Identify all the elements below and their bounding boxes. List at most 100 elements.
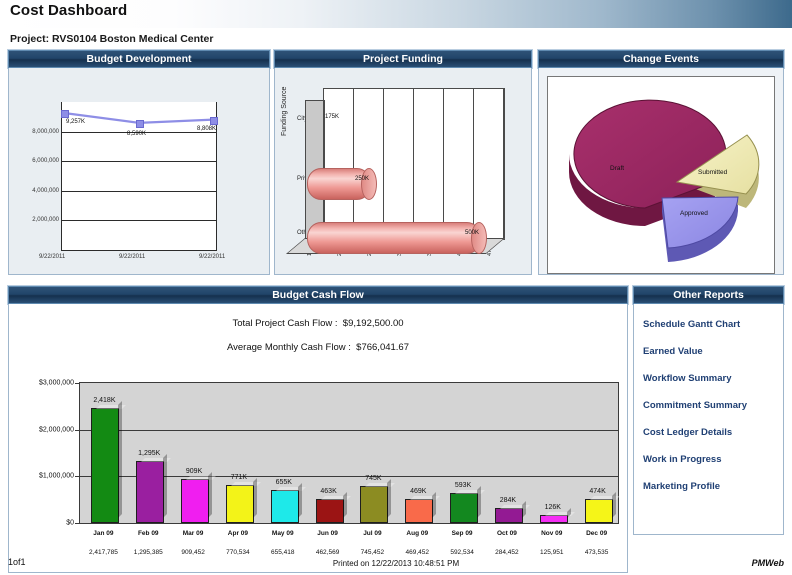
cash-flow-category-label: Jun 09 [317, 530, 338, 537]
cash-flow-bar-label: 469K [410, 488, 427, 496]
cash-flow-bar [136, 460, 165, 523]
project-funding-value-city: 175K [325, 114, 340, 120]
budget-development-ytick: 4,000,000 [32, 187, 59, 194]
cash-flow-category-label: Jan 09 [93, 530, 114, 537]
cash-flow-value-label: 770,534 [226, 549, 250, 556]
report-link-marketing-profile[interactable]: Marketing Profile [634, 480, 783, 493]
budget-development-point [136, 119, 144, 128]
cash-flow-category-label: Mar 09 [182, 530, 204, 537]
project-funding-value-other: 500K [465, 230, 480, 236]
cash-flow-ytick: $3,000,000 [38, 379, 74, 387]
panel-title-other-reports: Other Reports [633, 286, 784, 304]
project-funding-gridline [353, 88, 354, 238]
page-footer: 1of1 Printed on 12/22/2013 10:48:51 PM P… [0, 556, 792, 575]
budget-development-point [61, 109, 69, 118]
cash-flow-value-label: 909,452 [181, 549, 205, 556]
cash-flow-category-label: Oct 09 [496, 530, 517, 537]
cash-flow-category-label: May 09 [271, 530, 294, 537]
chart-budget-development: 2,000,000 4,000,000 6,000,000 8,000,000 9,25… [8, 68, 270, 275]
project-funding-gridline [473, 88, 474, 238]
cash-flow-bar [360, 486, 389, 523]
cash-flow-bar [584, 498, 613, 523]
cash-flow-bar-label: 1,295K [138, 449, 161, 457]
cash-flow-bar [450, 493, 479, 523]
project-funding-gridline [503, 88, 504, 238]
cash-flow-ytick: $2,000,000 [38, 426, 74, 434]
report-link-workflow-summary[interactable]: Workflow Summary [634, 372, 783, 385]
cash-flow-bar-label: 474K [589, 487, 606, 495]
cash-flow-ytick-mark [75, 476, 79, 478]
cash-flow-bar-label: 284K [499, 496, 517, 504]
cash-flow-bar-label: 463K [320, 488, 337, 496]
change-events-plot: Draft Submitted Approved [547, 76, 775, 274]
budget-development-data-label: 9,257K [66, 118, 86, 125]
total-cash-flow-value: $9,192,500.00 [342, 318, 404, 329]
cash-flow-category-label: Feb 09 [137, 530, 159, 537]
panel-title-budget-development: Budget Development [8, 50, 270, 68]
cash-flow-ytick-mark [75, 523, 79, 524]
cash-flow-value-label: 125,951 [540, 549, 564, 556]
cash-flow-bar [315, 499, 344, 523]
pie-label-submitted: Submitted [698, 169, 728, 176]
project-funding-gridline [383, 88, 384, 238]
cash-flow-bar [405, 499, 434, 523]
cash-flow-category-label: Aug 09 [406, 530, 429, 537]
chart-project-funding: Funding Source 175,000225,000275,000325,… [274, 68, 532, 275]
chart-budget-cash-flow: Total Project Cash Flow : $9,192,500.00 … [8, 304, 628, 573]
cash-flow-bar-label: 745K [365, 475, 382, 483]
cash-flow-value-label: 462,569 [315, 549, 340, 556]
pie-label-approved: Approved [680, 210, 708, 217]
average-cash-flow-label: Average Monthly Cash Flow : [226, 342, 351, 353]
cash-flow-bar [539, 515, 568, 523]
cash-flow-value-label: 284,452 [495, 549, 519, 556]
cash-flow-ytick-mark [75, 429, 79, 431]
cash-flow-bar [494, 507, 523, 523]
chart-change-events: Draft Submitted Approved [538, 68, 784, 275]
budget-development-xtick: 9/22/2011 [39, 254, 66, 260]
cash-flow-category-label: Jul 09 [363, 530, 382, 537]
cash-flow-ytick: $1,000,000 [38, 472, 74, 480]
report-link-schedule-gantt-chart[interactable]: Schedule Gantt Chart [634, 318, 783, 331]
budget-development-ytick: 8,000,000 [32, 128, 59, 135]
project-subtitle: Project: RVS0104 Boston Medical Center [10, 33, 214, 45]
cash-flow-value-label: 473,535 [584, 549, 609, 556]
cash-flow-bar [225, 485, 254, 523]
page-title: Cost Dashboard [10, 2, 128, 19]
cash-flow-category-label: Apr 09 [227, 530, 249, 537]
budget-development-plot: 2,000,000 4,000,000 6,000,000 8,000,000 9,25… [32, 102, 218, 251]
average-cash-flow-line: Average Monthly Cash Flow : $766,041.67 [9, 342, 627, 353]
report-link-work-in-progress[interactable]: Work in Progress [634, 453, 783, 466]
project-funding-value-private: 250K [355, 176, 370, 182]
project-funding-bar-other [307, 222, 487, 254]
cash-flow-bar [270, 490, 299, 523]
pie-svg [569, 99, 760, 262]
average-cash-flow-value: $766,041.67 [356, 342, 410, 353]
cash-flow-value-label: 2,417,785 [88, 549, 118, 556]
cash-flow-value-label: 469,452 [405, 549, 430, 556]
project-funding-gridline [323, 88, 324, 238]
panel-change-events: Change Events Draft Submitted Approved [538, 50, 784, 275]
budget-development-ytick: 6,000,000 [32, 158, 59, 165]
project-funding-back-wall [323, 88, 505, 240]
cash-flow-bar [91, 408, 120, 523]
total-cash-flow-line: Total Project Cash Flow : $9,192,500.00 [9, 318, 627, 329]
cash-flow-category-label: Dec 09 [586, 530, 608, 537]
cash-flow-bar [181, 478, 210, 523]
budget-development-data-label: 8,590K [127, 130, 147, 137]
panel-other-reports: Other Reports Schedule Gantt Chart Earned… [633, 286, 784, 535]
panel-title-project-funding: Project Funding [274, 50, 532, 68]
cash-flow-gridline [80, 429, 618, 431]
budget-development-point [210, 116, 218, 125]
project-funding-gridline [443, 88, 444, 238]
cash-flow-value-label: 745,452 [360, 549, 385, 556]
other-reports-list: Schedule Gantt Chart Earned Value Workflow… [633, 304, 784, 535]
report-link-earned-value[interactable]: Earned Value [634, 345, 783, 358]
pie-label-draft: Draft [610, 165, 625, 172]
cash-flow-bar-label: 593K [454, 482, 472, 490]
budget-development-data-label: 8,808K [197, 125, 217, 132]
report-link-commitment-summary[interactable]: Commitment Summary [634, 399, 783, 412]
report-link-cost-ledger-details[interactable]: Cost Ledger Details [634, 426, 783, 439]
cash-flow-bar-label: 771K [230, 474, 248, 482]
cash-flow-bar-label: 655K [275, 479, 292, 487]
panel-project-funding: Project Funding Funding Source 175,00022… [274, 50, 532, 275]
